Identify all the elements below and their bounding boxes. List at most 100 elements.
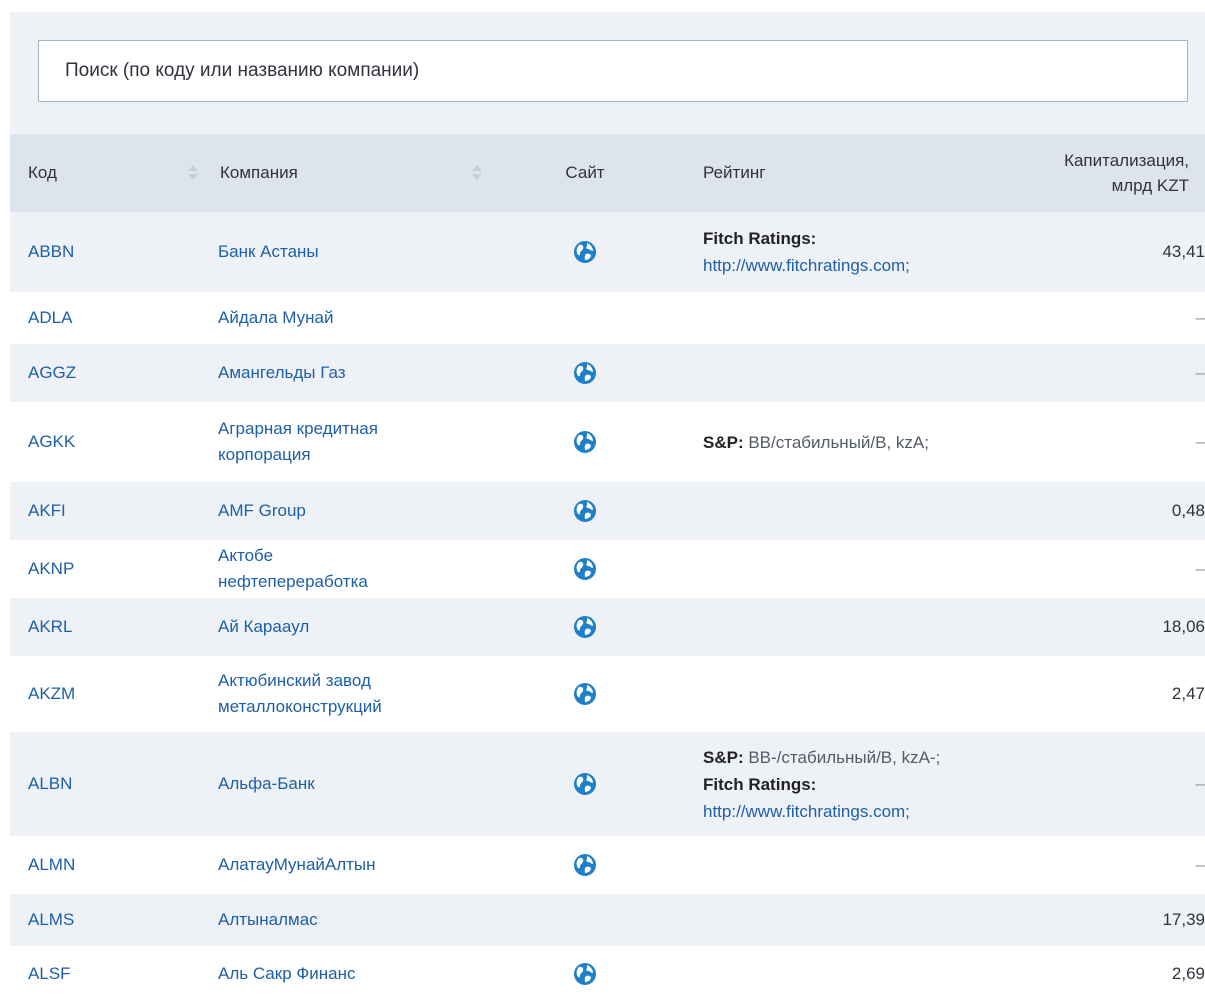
column-header-rating-label: Рейтинг [703, 163, 766, 182]
capitalization-value: 43,41 [1162, 242, 1205, 261]
company-name-link[interactable]: АлатауМунайАлтын [210, 836, 485, 894]
rating-cell [685, 292, 1015, 344]
rating-entry: S&P: BB-/стабильный/B, kzA-; [703, 744, 1015, 771]
company-name-link[interactable]: Аль Сакр Финанс [210, 946, 485, 1002]
company-code-link[interactable]: AKNP [10, 540, 210, 598]
site-cell [485, 212, 685, 292]
company-code-link[interactable]: AKFI [10, 482, 210, 540]
column-header-cap-line2: млрд KZT [1111, 176, 1189, 195]
company-name-link[interactable]: Айдала Мунай [210, 292, 485, 344]
rating-agency: Fitch Ratings: [703, 229, 817, 248]
capitalization-value: 18,06 [1162, 617, 1205, 636]
rating-cell: S&P: BB-/стабильный/B, kzA-; Fitch Rating… [685, 732, 1015, 836]
company-name-link[interactable]: Альфа-Банк [210, 732, 485, 836]
rating-cell [685, 656, 1015, 732]
table-row: AKFI AMF Group 0,48 [10, 482, 1205, 540]
capitalization-value: 2,47 [1171, 684, 1205, 703]
capitalization-value: – [1195, 774, 1205, 793]
sort-icon[interactable] [472, 165, 482, 181]
rating-cell [685, 344, 1015, 402]
column-header-code-label: Код [28, 163, 57, 182]
rating-entry: Fitch Ratings: [703, 771, 1015, 798]
rating-agency: Fitch Ratings: [703, 774, 817, 794]
table-row: AGGZ Амангельды Газ – [10, 344, 1205, 402]
rating-cell [685, 482, 1015, 540]
table-row: AKZM Актюбинский завод металлоконструкций… [10, 656, 1205, 732]
capitalization-value: – [1195, 855, 1205, 874]
search-panel [10, 12, 1205, 134]
capitalization-value: – [1195, 363, 1205, 382]
site-cell [485, 946, 685, 1002]
rating-cell [685, 946, 1015, 1002]
company-name-link[interactable]: Банк Астаны [210, 212, 485, 292]
rating-value: BB-/стабильный/B, kzA-; [743, 747, 941, 767]
capitalization-value: 17,39 [1162, 910, 1205, 929]
site-cell [485, 836, 685, 894]
column-header-company[interactable]: Компания [210, 134, 485, 212]
capitalization-value: – [1195, 308, 1205, 327]
column-header-site-label: Сайт [565, 163, 605, 182]
company-code-link[interactable]: AGGZ [10, 344, 210, 402]
site-cell [485, 402, 685, 482]
company-code-link[interactable]: ALMS [10, 894, 210, 946]
rating-agency-link[interactable]: http://www.fitchratings.com; [703, 798, 1015, 825]
company-code-link[interactable]: AGKK [10, 402, 210, 482]
company-name-link[interactable]: AMF Group [210, 482, 485, 540]
globe-icon[interactable] [573, 240, 597, 264]
site-cell [485, 598, 685, 656]
company-code-link[interactable]: AKZM [10, 656, 210, 732]
globe-icon[interactable] [573, 682, 597, 706]
globe-icon[interactable] [573, 557, 597, 581]
column-header-site: Сайт [485, 134, 685, 212]
company-code-link[interactable]: ALMN [10, 836, 210, 894]
table-row: ABBN Банк Астаны Fitch Ratings: http://www.… [10, 212, 1205, 292]
globe-icon[interactable] [573, 499, 597, 523]
site-cell [485, 482, 685, 540]
company-name-link[interactable]: Алтыналмас [210, 894, 485, 946]
rating-value: BB/стабильный/B, kzA; [743, 432, 929, 452]
capitalization-value: – [1195, 432, 1205, 451]
globe-icon[interactable] [573, 430, 597, 454]
column-header-cap-line1: Капитализация, [1064, 151, 1189, 170]
site-cell [485, 292, 685, 344]
capitalization-value: 2,69 [1171, 964, 1205, 983]
column-header-company-label: Компания [220, 163, 298, 182]
search-input[interactable] [38, 40, 1188, 102]
column-header-code[interactable]: Код [10, 134, 210, 212]
table-row: ALMN АлатауМунайАлтын – [10, 836, 1205, 894]
table-header-row: Код Компания Сайт Рейтинг Капитализация,… [10, 134, 1205, 212]
rating-agency-link[interactable]: http://www.fitchratings.com; [703, 252, 1015, 279]
sort-icon[interactable] [188, 165, 198, 181]
companies-table: Код Компания Сайт Рейтинг Капитализация,… [10, 134, 1205, 1002]
globe-icon[interactable] [573, 962, 597, 986]
site-cell [485, 344, 685, 402]
company-code-link[interactable]: AKRL [10, 598, 210, 656]
company-code-link[interactable]: ADLA [10, 292, 210, 344]
column-header-rating: Рейтинг [685, 134, 1015, 212]
company-code-link[interactable]: ALSF [10, 946, 210, 1002]
company-code-link[interactable]: ALBN [10, 732, 210, 836]
globe-icon[interactable] [573, 615, 597, 639]
column-header-capitalization[interactable]: Капитализация, млрд KZT [1015, 134, 1205, 212]
site-cell [485, 732, 685, 836]
company-code-link[interactable]: ABBN [10, 212, 210, 292]
company-name-link[interactable]: Аграрная кредитная корпорация [210, 402, 485, 482]
site-cell [485, 656, 685, 732]
table-row: AKRL Ай Караaул 18,06 [10, 598, 1205, 656]
rating-entry: S&P: BB/стабильный/B, kzA; [703, 429, 1015, 456]
company-name-link[interactable]: Актобе нефтепереработка [210, 540, 485, 598]
site-cell [485, 894, 685, 946]
company-name-link[interactable]: Актюбинский завод металлоконструкций [210, 656, 485, 732]
globe-icon[interactable] [573, 853, 597, 877]
site-cell [485, 540, 685, 598]
table-row: ADLA Айдала Мунай – [10, 292, 1205, 344]
rating-cell [685, 894, 1015, 946]
globe-icon[interactable] [573, 361, 597, 385]
rating-cell: Fitch Ratings: http://www.fitchratings.co… [685, 212, 1015, 292]
globe-icon[interactable] [573, 772, 597, 796]
rating-agency: S&P: [703, 747, 744, 767]
company-name-link[interactable]: Амангельды Газ [210, 344, 485, 402]
rating-cell [685, 598, 1015, 656]
company-name-link[interactable]: Ай Караaул [210, 598, 485, 656]
table-row: AKNP Актобе нефтепереработка – [10, 540, 1205, 598]
